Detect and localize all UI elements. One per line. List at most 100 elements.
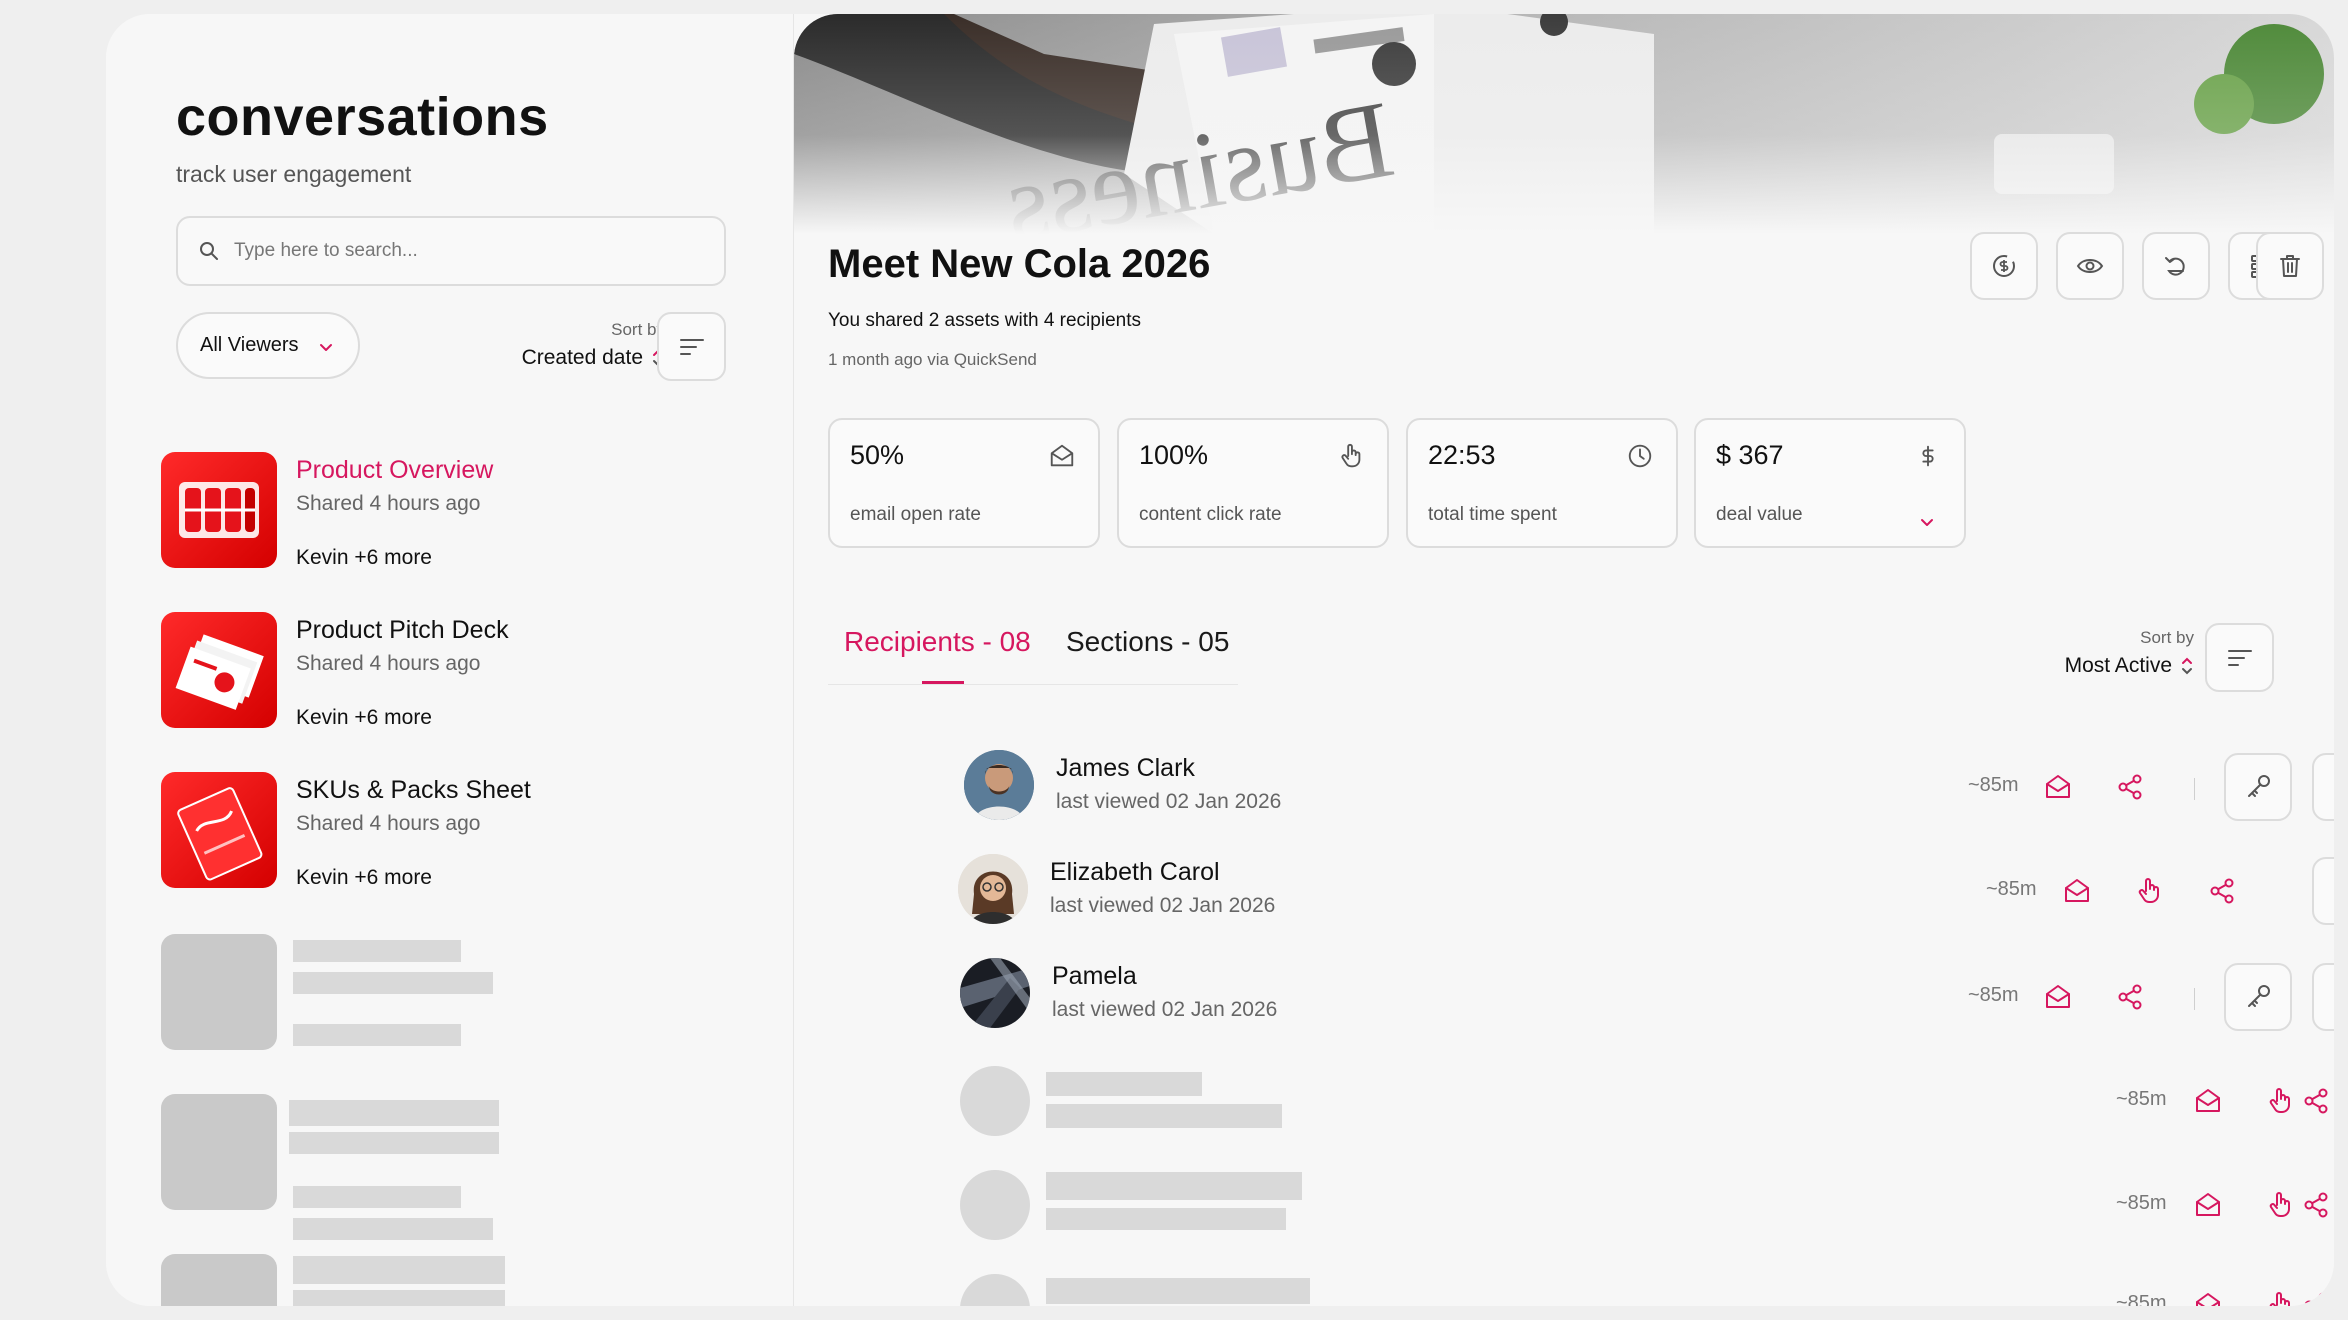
hand-pointer-icon <box>1341 443 1361 468</box>
recipient-profile-button[interactable] <box>2312 753 2334 821</box>
access-key-button[interactable] <box>2224 963 2292 1031</box>
asset-item[interactable]: Product Pitch Deck Shared 4 hours ago Ke… <box>161 612 721 732</box>
viewers-filter-dropdown[interactable]: All Viewers <box>176 312 360 379</box>
share-icon[interactable] <box>2301 1290 2331 1306</box>
share-icon[interactable] <box>2115 982 2145 1012</box>
sort-toggle-icon <box>2182 657 2192 675</box>
recipient-last-viewed: last viewed 02 Jan 2026 <box>1056 790 1282 813</box>
key-icon <box>2248 985 2270 1007</box>
recipient-duration: ~85m <box>1968 774 2019 796</box>
share-icon[interactable] <box>2301 1086 2331 1116</box>
recipient-last-viewed: last viewed 02 Jan 2026 <box>1050 894 1276 917</box>
trash-icon <box>2280 255 2300 277</box>
asset-name: Product Overview <box>296 456 494 484</box>
asset-shared-time: Shared 4 hours ago <box>296 812 481 835</box>
sort-value: Created date <box>521 346 643 369</box>
sort-control[interactable]: Sort by Created date <box>522 320 665 370</box>
recipient-row[interactable]: James Clark last viewed 02 Jan 2026 ~85m <box>794 746 2334 826</box>
stat-label: total time spent <box>1428 504 1557 525</box>
hand-pointer-icon[interactable] <box>2265 1290 2295 1306</box>
search-input[interactable] <box>234 240 704 262</box>
asset-recipients: Kevin +6 more <box>296 706 432 729</box>
asset-name: SKUs & Packs Sheet <box>296 776 531 804</box>
page-title: conversations <box>176 87 549 147</box>
tab-divider <box>828 684 1238 685</box>
recipient-duration: ~85m <box>1986 878 2037 900</box>
envelope-open-icon <box>1050 444 1074 467</box>
conversation-detail: Business Meet New Cola 2026 You shared 2… <box>794 14 2334 1306</box>
search-icon <box>200 242 218 260</box>
avatar <box>958 854 1028 924</box>
delete-button[interactable] <box>2256 232 2324 300</box>
envelope-open-icon[interactable] <box>2043 982 2073 1012</box>
tab-recipients[interactable]: Recipients - 08 <box>844 626 1031 658</box>
sort-order-button[interactable] <box>657 312 726 381</box>
hand-pointer-icon[interactable] <box>2265 1086 2295 1116</box>
stat-card-time-spent: 22:53 total time spent <box>1406 418 1678 548</box>
viewers-filter-label: All Viewers <box>200 334 299 356</box>
divider <box>2194 988 2195 1010</box>
reshare-button[interactable] <box>2142 232 2210 300</box>
share-icon[interactable] <box>2115 772 2145 802</box>
avatar <box>960 958 1030 1028</box>
recipient-row-loading: ~85m <box>794 1166 2334 1246</box>
tab-sections[interactable]: Sections - 05 <box>1066 626 1229 658</box>
recipient-last-viewed: last viewed 02 Jan 2026 <box>1052 998 1278 1021</box>
app-window: conversations track user engagement All … <box>106 14 2334 1306</box>
recipient-duration: ~85m <box>2116 1292 2167 1306</box>
recipient-name: Pamela <box>1052 962 1137 990</box>
asset-name: Product Pitch Deck <box>296 616 509 644</box>
asset-recipients: Kevin +6 more <box>296 866 432 889</box>
recipient-row[interactable]: Elizabeth Carol last viewed 02 Jan 2026 … <box>794 850 2334 930</box>
user-pin-icon <box>2331 982 2334 1012</box>
asset-thumbnail <box>161 772 277 888</box>
asset-thumbnail <box>161 612 277 728</box>
recipient-row-loading: ~85m <box>794 1062 2334 1142</box>
envelope-open-icon[interactable] <box>2193 1086 2223 1116</box>
stat-card-email-open: 50% email open rate <box>828 418 1100 548</box>
conversation-title: Meet New Cola 2026 <box>828 242 1211 286</box>
divider <box>2194 778 2195 800</box>
chevron-down-icon <box>1921 519 1933 526</box>
stat-label: content click rate <box>1139 504 1282 525</box>
hand-pointer-icon[interactable] <box>2134 876 2164 906</box>
stat-label: deal value <box>1716 504 1803 525</box>
share-icon[interactable] <box>2301 1190 2331 1220</box>
share-summary: You shared 2 assets with 4 recipients <box>828 310 1141 331</box>
recipients-sort-order-button[interactable] <box>2205 623 2274 692</box>
chevron-down-icon <box>320 344 332 351</box>
stat-card-click-rate: 100% content click rate <box>1117 418 1389 548</box>
clock-icon <box>1628 444 1652 468</box>
recipient-duration: ~85m <box>1968 984 2019 1006</box>
user-pin-icon <box>2331 772 2334 802</box>
recipient-name: James Clark <box>1056 754 1195 782</box>
preview-button[interactable] <box>2056 232 2124 300</box>
access-key-button[interactable] <box>2224 753 2292 821</box>
envelope-open-icon[interactable] <box>2193 1290 2223 1306</box>
recipients-sort-control[interactable]: Sort by Most Active <box>2065 628 2194 678</box>
filter-lines-icon <box>2227 649 2252 666</box>
envelope-open-icon[interactable] <box>2043 772 2073 802</box>
asset-item[interactable]: Product Overview Shared 4 hours ago Kevi… <box>161 452 721 572</box>
recipient-row[interactable]: Pamela last viewed 02 Jan 2026 ~85m <box>794 954 2334 1034</box>
recipient-profile-button[interactable] <box>2312 963 2334 1031</box>
hand-pointer-icon[interactable] <box>2265 1190 2295 1220</box>
asset-item[interactable]: SKUs & Packs Sheet Shared 4 hours ago Ke… <box>161 772 721 892</box>
filter-lines-icon <box>679 338 704 355</box>
stat-value: 100% <box>1139 440 1209 470</box>
share-icon[interactable] <box>2207 876 2237 906</box>
recipient-duration: ~85m <box>2116 1192 2167 1214</box>
recipient-profile-button[interactable] <box>2312 857 2334 925</box>
avatar <box>964 750 1034 820</box>
search-box[interactable] <box>176 216 726 286</box>
dollar-refresh-icon <box>1993 255 2015 277</box>
stat-card-deal-value[interactable]: $ 367 deal value <box>1694 418 1966 548</box>
sort-label: Sort by <box>611 320 665 339</box>
envelope-open-icon[interactable] <box>2062 876 2092 906</box>
recipient-name: Elizabeth Carol <box>1050 858 1220 886</box>
envelope-open-icon[interactable] <box>2193 1190 2223 1220</box>
sort-value: Most Active <box>2064 654 2172 677</box>
undo-icon <box>2165 257 2185 276</box>
deal-value-button[interactable] <box>1970 232 2038 300</box>
stat-label: email open rate <box>850 504 981 525</box>
